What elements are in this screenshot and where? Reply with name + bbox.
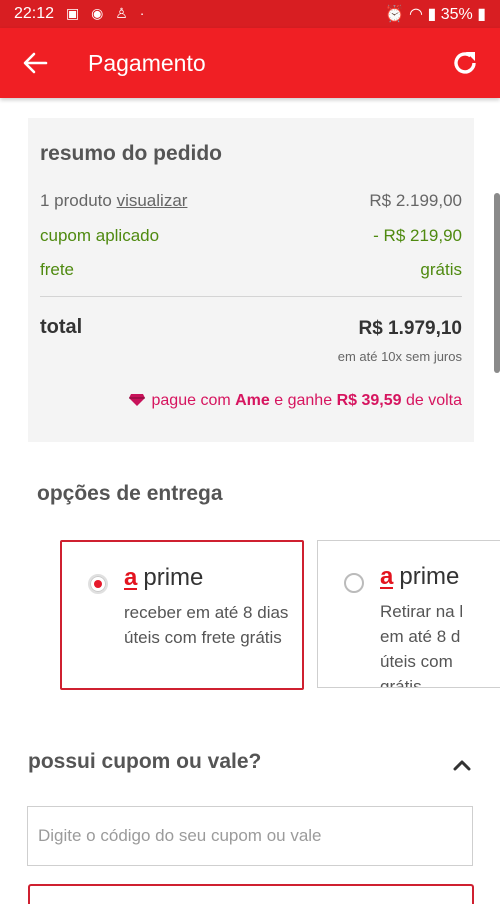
- refresh-icon[interactable]: [450, 48, 480, 78]
- americanas-logo-icon: a: [124, 564, 138, 591]
- desc-line: grátis: [380, 677, 422, 688]
- total-value: R$ 1.979,10: [358, 318, 462, 339]
- shipping-label: frete: [40, 260, 75, 279]
- scrollbar-thumb[interactable]: [494, 193, 500, 373]
- total-label: total: [40, 316, 83, 338]
- delivery-description: Retirar na l em até 8 d úteis com grátis: [380, 599, 500, 688]
- coupon-code-input[interactable]: [27, 806, 473, 866]
- coupon-discount: - R$ 219,90: [373, 226, 462, 245]
- view-products-link[interactable]: visualizar: [117, 191, 188, 210]
- desc-line: Retirar na l: [380, 602, 464, 621]
- signal-icon: ▮: [427, 6, 437, 23]
- ame-middle: e ganhe: [274, 392, 333, 409]
- status-time: 22:12: [14, 5, 55, 22]
- page-title: Pagamento: [88, 50, 206, 76]
- messenger-icon: ◉: [91, 5, 108, 21]
- delivery-option-prime-pickup[interactable]: a prime Retirar na l em até 8 d úteis com…: [317, 540, 500, 688]
- summary-divider: [40, 296, 462, 297]
- coupon-label: cupom aplicado: [40, 226, 160, 245]
- status-right: ⏰ ◠ ▮ 35% ▮: [385, 4, 486, 24]
- americanas-logo-icon: a: [380, 563, 394, 590]
- image-icon: ▣: [66, 5, 84, 21]
- delivery-description: receber em até 8 dias úteis com frete gr…: [124, 603, 289, 647]
- app-icon: ♙: [115, 5, 132, 21]
- chevron-up-icon[interactable]: [452, 758, 472, 772]
- desc-line: em até 8 d: [380, 627, 461, 646]
- ame-amount: R$ 39,59: [336, 392, 402, 409]
- wifi-icon: ◠: [409, 6, 423, 23]
- radio-unselected[interactable]: [344, 573, 364, 593]
- ame-prefix: pague com: [151, 392, 231, 409]
- installments-text: em até 10x sem juros: [337, 349, 462, 364]
- next-section-box: [28, 884, 474, 904]
- ame-gem-icon: [128, 394, 145, 406]
- shipping-value: grátis: [420, 260, 462, 279]
- battery-level: 35%: [440, 6, 473, 23]
- status-bar: 22:12 ▣ ◉ ♙ · ⏰ ◠ ▮ 35% ▮: [0, 0, 500, 28]
- ame-brand: Ame: [235, 392, 270, 409]
- back-arrow-icon[interactable]: [22, 50, 48, 76]
- summary-heading: resumo do pedido: [40, 142, 223, 165]
- delivery-option-prime-home[interactable]: a prime receber em até 8 dias úteis com f…: [60, 540, 304, 690]
- prime-brand: a prime: [124, 564, 203, 592]
- alarm-icon: ⏰: [384, 6, 405, 23]
- notification-icons: ▣ ◉ ♙ ·: [66, 5, 148, 22]
- radio-selected[interactable]: [88, 574, 108, 594]
- battery-icon: ▮: [477, 6, 486, 23]
- ame-cashback-banner[interactable]: pague com Ame e ganhe R$ 39,59 de volta: [128, 392, 462, 410]
- product-price: R$ 2.199,00: [369, 191, 462, 210]
- delivery-options-title: opções de entrega: [37, 482, 223, 505]
- ame-suffix: de volta: [405, 392, 462, 409]
- product-count: 1 produto: [40, 191, 112, 210]
- coupon-section-title: possui cupom ou vale?: [28, 750, 262, 773]
- prime-brand: a prime: [380, 563, 459, 591]
- prime-label: prime: [399, 563, 460, 590]
- prime-label: prime: [143, 564, 204, 591]
- dot-icon: ·: [139, 5, 149, 21]
- desc-line: úteis com: [380, 652, 453, 671]
- app-bar: Pagamento: [0, 28, 500, 98]
- order-summary: resumo do pedido 1 produto visualizar R$…: [28, 118, 474, 442]
